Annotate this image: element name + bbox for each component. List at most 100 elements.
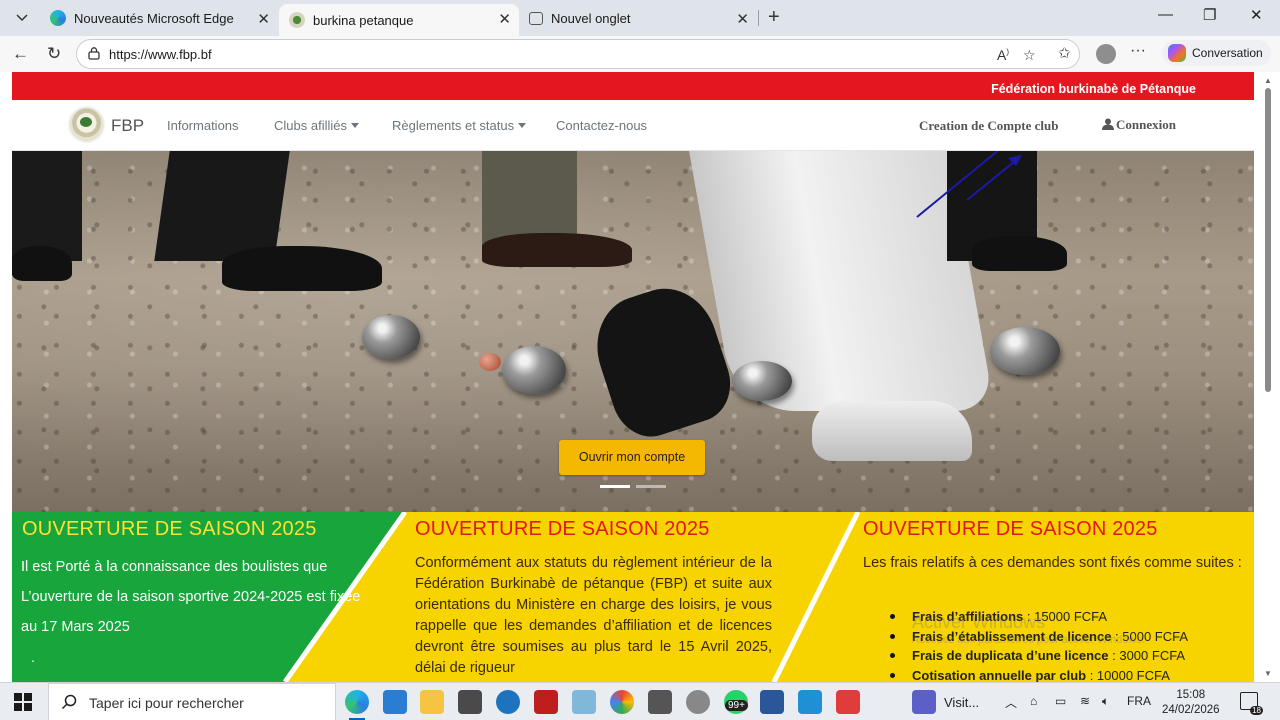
cochonnet-jack	[479, 353, 501, 371]
copilot-label: Conversation	[1192, 46, 1263, 60]
scroll-down-icon[interactable]: ▼	[1264, 669, 1272, 678]
tab-burkina-petanque[interactable]: burkina petanque ✕	[279, 4, 519, 36]
fbp-page: Fédération burkinabè de Pétanque FBP Inf…	[12, 72, 1254, 682]
copilot-conversation-button[interactable]: Conversation	[1162, 40, 1271, 66]
remote-desktop-icon[interactable]	[798, 690, 822, 714]
favorite-star-icon[interactable]: ☆	[1023, 47, 1036, 64]
tab-label: Nouvel onglet	[551, 10, 631, 26]
petanque-ball	[362, 315, 420, 359]
browser-toolbar: ← ↻ https://www.fbp.bf A) ☆ ✩	[0, 36, 1280, 72]
petanque-ball	[732, 361, 792, 401]
network-icon[interactable]: ⌂	[1030, 694, 1037, 708]
fee-label: Cotisation annuelle par club	[912, 667, 1087, 683]
filezilla-icon[interactable]	[534, 690, 558, 714]
fee-item: Cotisation annuelle par club : 10000 FCF…	[889, 666, 1188, 683]
tab-actions-menu-button[interactable]	[8, 5, 36, 31]
new-tab-plus-icon[interactable]: +	[768, 6, 780, 29]
player-shoe	[222, 246, 382, 291]
panel-3-intro: Les frais relatifs à ces demandes sont f…	[863, 555, 1242, 571]
photos-icon[interactable]	[648, 690, 672, 714]
carousel-indicator[interactable]	[636, 485, 666, 488]
notification-count: 18	[1250, 706, 1263, 715]
volume-icon[interactable]: 🔈︎	[1102, 694, 1109, 709]
taskbar-search-box[interactable]: Taper ici pour rechercher	[48, 683, 336, 720]
scrollbar-thumb[interactable]	[1265, 88, 1271, 392]
season-info-band: OUVERTURE DE SAISON 2025 Il est Porté à …	[12, 512, 1254, 682]
whatsapp-badge: 99+	[725, 700, 748, 711]
back-arrow-icon[interactable]: ←	[12, 44, 29, 64]
panel-2-title: OUVERTURE DE SAISON 2025	[415, 518, 710, 540]
chevron-down-icon	[16, 14, 28, 22]
windows-taskbar: Taper ici pour rechercher Visit... ︿ ⌂ ▭…	[0, 682, 1280, 720]
clock-time: 15:08	[1176, 689, 1206, 701]
panel-1-trailing: .	[31, 649, 35, 665]
panel-3-title: OUVERTURE DE SAISON 2025	[863, 518, 1158, 540]
tray-chevron-up-icon[interactable]: ︿	[1005, 694, 1017, 711]
page-scrollbar[interactable]: ▲ ▼	[1262, 72, 1274, 682]
more-options-icon[interactable]: ···	[1130, 42, 1146, 60]
search-placeholder: Taper ici pour rechercher	[89, 695, 244, 711]
white-sneaker	[812, 401, 972, 461]
panel-1-text: Il est Porté à la connaissance des bouli…	[21, 559, 361, 635]
fee-value: : 10000 FCFA	[1086, 667, 1170, 683]
tab-label: burkina petanque	[313, 12, 414, 28]
anydesk-icon[interactable]	[836, 690, 860, 714]
restore-icon[interactable]: ❐	[1203, 6, 1216, 24]
petanque-ball	[990, 327, 1060, 375]
player-shoe	[482, 233, 632, 267]
player-shoe	[12, 246, 72, 281]
read-aloud-icon[interactable]: A)	[997, 47, 1009, 63]
minimize-icon[interactable]: —	[1158, 6, 1173, 23]
url-text[interactable]: https://www.fbp.bf	[109, 47, 212, 62]
notes-icon[interactable]	[572, 690, 596, 714]
file-explorer-icon[interactable]	[420, 690, 444, 714]
close-tab-icon[interactable]: ✕	[498, 10, 511, 28]
annotation-arrowhead-icon	[966, 155, 1022, 200]
carousel-indicator-active[interactable]	[600, 485, 630, 488]
scroll-up-icon[interactable]: ▲	[1264, 76, 1272, 85]
tab-divider	[758, 10, 759, 26]
open-account-button[interactable]: Ouvrir mon compte	[559, 440, 705, 475]
system-clock[interactable]: 15:08 24/02/2026	[1162, 688, 1220, 718]
language-indicator[interactable]: FRA	[1127, 694, 1151, 708]
activate-windows-watermark: Activer Windows	[912, 612, 1046, 632]
window-close-icon[interactable]: ✕	[1250, 6, 1263, 24]
top-red-band: Fédération burkinabè de Pétanque	[12, 72, 1254, 100]
meeting-icon[interactable]	[912, 690, 936, 714]
battery-icon[interactable]: ▭	[1055, 694, 1066, 708]
address-bar[interactable]: https://www.fbp.bf A) ☆	[76, 39, 1080, 69]
edge-taskbar-icon[interactable]	[345, 690, 369, 720]
profile-avatar-icon[interactable]	[1096, 44, 1116, 64]
app-icon[interactable]	[686, 690, 710, 714]
edge-icon	[50, 10, 66, 26]
fee-label: Frais de duplicata d’une licence	[912, 648, 1109, 663]
clock-date: 24/02/2026	[1162, 704, 1220, 716]
sublime-text-icon[interactable]	[458, 690, 482, 714]
panel-2-text: Conformément aux statuts du règlement in…	[415, 555, 772, 676]
close-tab-icon[interactable]: ✕	[257, 10, 270, 28]
tab-edge-news[interactable]: Nouveautés Microsoft Edge ✕	[40, 4, 278, 32]
activate-windows-subtext: Accédez aux paramètres pour activer Wind…	[912, 634, 1145, 646]
hero-carousel: Ouvrir mon compte	[12, 151, 1254, 512]
refresh-icon[interactable]: ↻	[47, 44, 61, 64]
federation-name: Fédération burkinabè de Pétanque	[991, 82, 1196, 96]
lock-icon	[88, 47, 100, 60]
tab-label: Nouveautés Microsoft Edge	[74, 10, 234, 26]
favorites-icon[interactable]: ✩	[1058, 44, 1071, 62]
visit-task-label[interactable]: Visit...	[944, 695, 979, 710]
fbp-favicon-icon	[289, 12, 305, 28]
wifi-icon[interactable]: ≋	[1080, 694, 1090, 708]
store-icon[interactable]	[383, 690, 407, 714]
notification-center-icon[interactable]: 18	[1240, 692, 1263, 715]
panel-1-title: OUVERTURE DE SAISON 2025	[22, 518, 317, 540]
close-tab-icon[interactable]: ✕	[736, 10, 749, 28]
chrome-icon[interactable]	[610, 690, 634, 714]
browser-tab-strip: Nouveautés Microsoft Edge ✕ burkina peta…	[0, 0, 1280, 36]
word-icon[interactable]	[760, 690, 784, 714]
windows-start-icon[interactable]	[14, 693, 32, 711]
tab-new-tab[interactable]: Nouvel onglet ✕	[519, 4, 757, 32]
new-tab-page-icon	[529, 11, 543, 25]
search-icon	[61, 694, 77, 710]
outlook-icon[interactable]	[496, 690, 520, 714]
copilot-icon	[1168, 44, 1186, 62]
